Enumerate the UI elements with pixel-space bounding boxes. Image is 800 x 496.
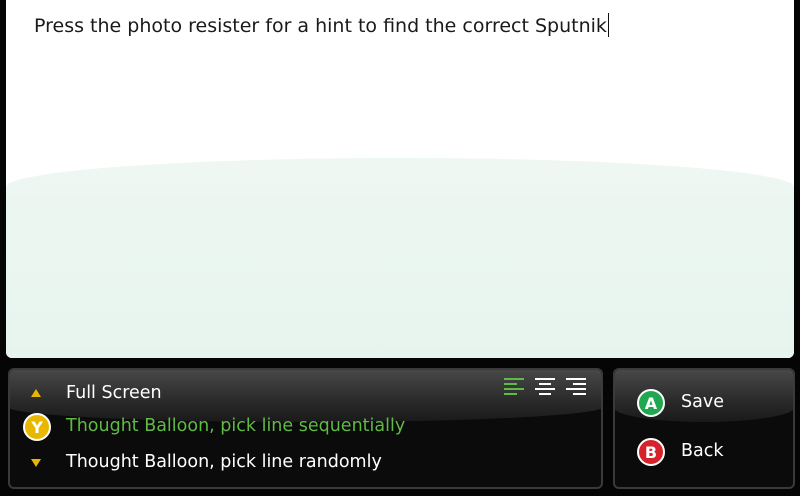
text-alignment-group: [504, 378, 594, 398]
b-button-icon: B: [637, 438, 665, 466]
display-options-panel: Full Screen Y Thought Balloon, pick line…: [8, 368, 603, 489]
actions-panel: A Save B Back: [613, 368, 795, 489]
option-label: Thought Balloon, pick line sequentially: [66, 416, 406, 436]
option-label: Full Screen: [66, 383, 162, 403]
save-label: Save: [681, 392, 724, 412]
editor-text-line[interactable]: Press the photo resister for a hint to f…: [34, 13, 609, 37]
align-right-icon[interactable]: [566, 378, 588, 396]
text-caret: [607, 13, 609, 37]
editor-background-wave: [6, 158, 794, 358]
back-label: Back: [681, 441, 724, 461]
editor-text: Press the photo resister for a hint to f…: [34, 15, 607, 37]
y-button-icon: Y: [23, 413, 51, 441]
option-label: Thought Balloon, pick line randomly: [66, 452, 382, 472]
text-editor-area[interactable]: Press the photo resister for a hint to f…: [6, 0, 794, 358]
align-left-icon[interactable]: [504, 378, 526, 396]
arrow-up-icon: [31, 389, 41, 397]
align-center-icon[interactable]: [535, 378, 557, 396]
a-button-icon: A: [637, 389, 665, 417]
arrow-down-icon: [31, 459, 41, 467]
